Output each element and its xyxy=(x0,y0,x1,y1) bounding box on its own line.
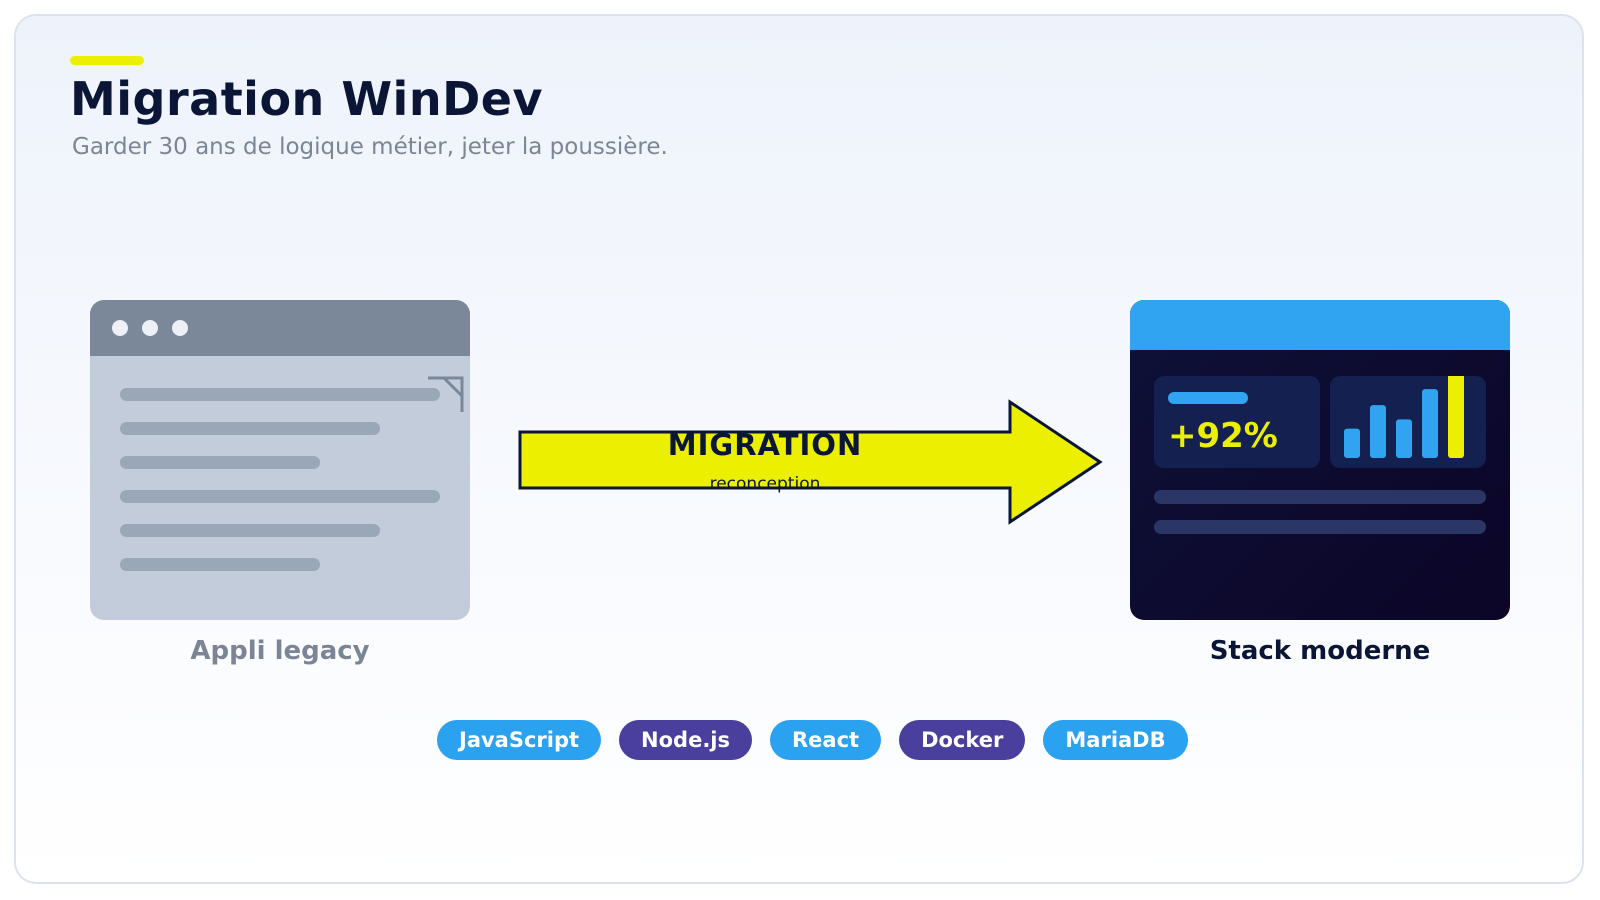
window-dot xyxy=(172,320,188,336)
metric-tile: +92% xyxy=(1154,376,1320,468)
dust-corner-icon xyxy=(428,376,464,412)
modern-caption: Stack moderne xyxy=(1209,636,1431,666)
mini-chart-bar xyxy=(1396,419,1412,458)
tech-chip: React xyxy=(770,720,882,760)
modern-text-line xyxy=(1154,490,1486,504)
legacy-title-bar xyxy=(90,300,470,356)
migration-arrow-icon xyxy=(518,399,1103,525)
legacy-text-line xyxy=(120,558,320,571)
tech-chip: JavaScript xyxy=(437,720,602,760)
tech-chip: MariaDB xyxy=(1043,720,1188,760)
accent-bar xyxy=(70,56,144,65)
modern-title-bar xyxy=(1130,300,1510,350)
chart-tile xyxy=(1330,376,1486,468)
mini-chart-bar xyxy=(1422,389,1438,458)
legacy-caption: Appli legacy xyxy=(190,636,370,666)
metric-value: +92% xyxy=(1168,416,1278,456)
metric-tile-pill xyxy=(1168,392,1248,404)
legacy-text-line xyxy=(120,456,320,469)
legacy-text-line xyxy=(120,490,440,503)
legacy-text-line xyxy=(120,422,380,435)
page-title: Migration WinDev xyxy=(70,72,543,126)
migration-label: MIGRATION xyxy=(667,428,863,462)
legacy-text-line xyxy=(120,388,440,401)
page-subtitle: Garder 30 ans de logique métier, jeter l… xyxy=(72,134,668,160)
window-dot xyxy=(142,320,158,336)
tech-stack-chips: JavaScript Node.js React Docker MariaDB xyxy=(437,720,1188,760)
mini-bar-chart xyxy=(1344,376,1464,458)
mini-chart-bar xyxy=(1370,405,1386,458)
tech-chip: Docker xyxy=(899,720,1026,760)
mini-chart-bar xyxy=(1344,428,1360,458)
modern-app-window: +92% xyxy=(1130,300,1510,620)
modern-text-line xyxy=(1154,520,1486,534)
migration-sublabel: reconception xyxy=(709,474,821,494)
window-dot xyxy=(112,320,128,336)
mini-chart-bar xyxy=(1448,376,1464,458)
tech-chip: Node.js xyxy=(619,720,752,760)
legacy-app-window xyxy=(90,300,470,620)
legacy-text-line xyxy=(120,524,380,537)
